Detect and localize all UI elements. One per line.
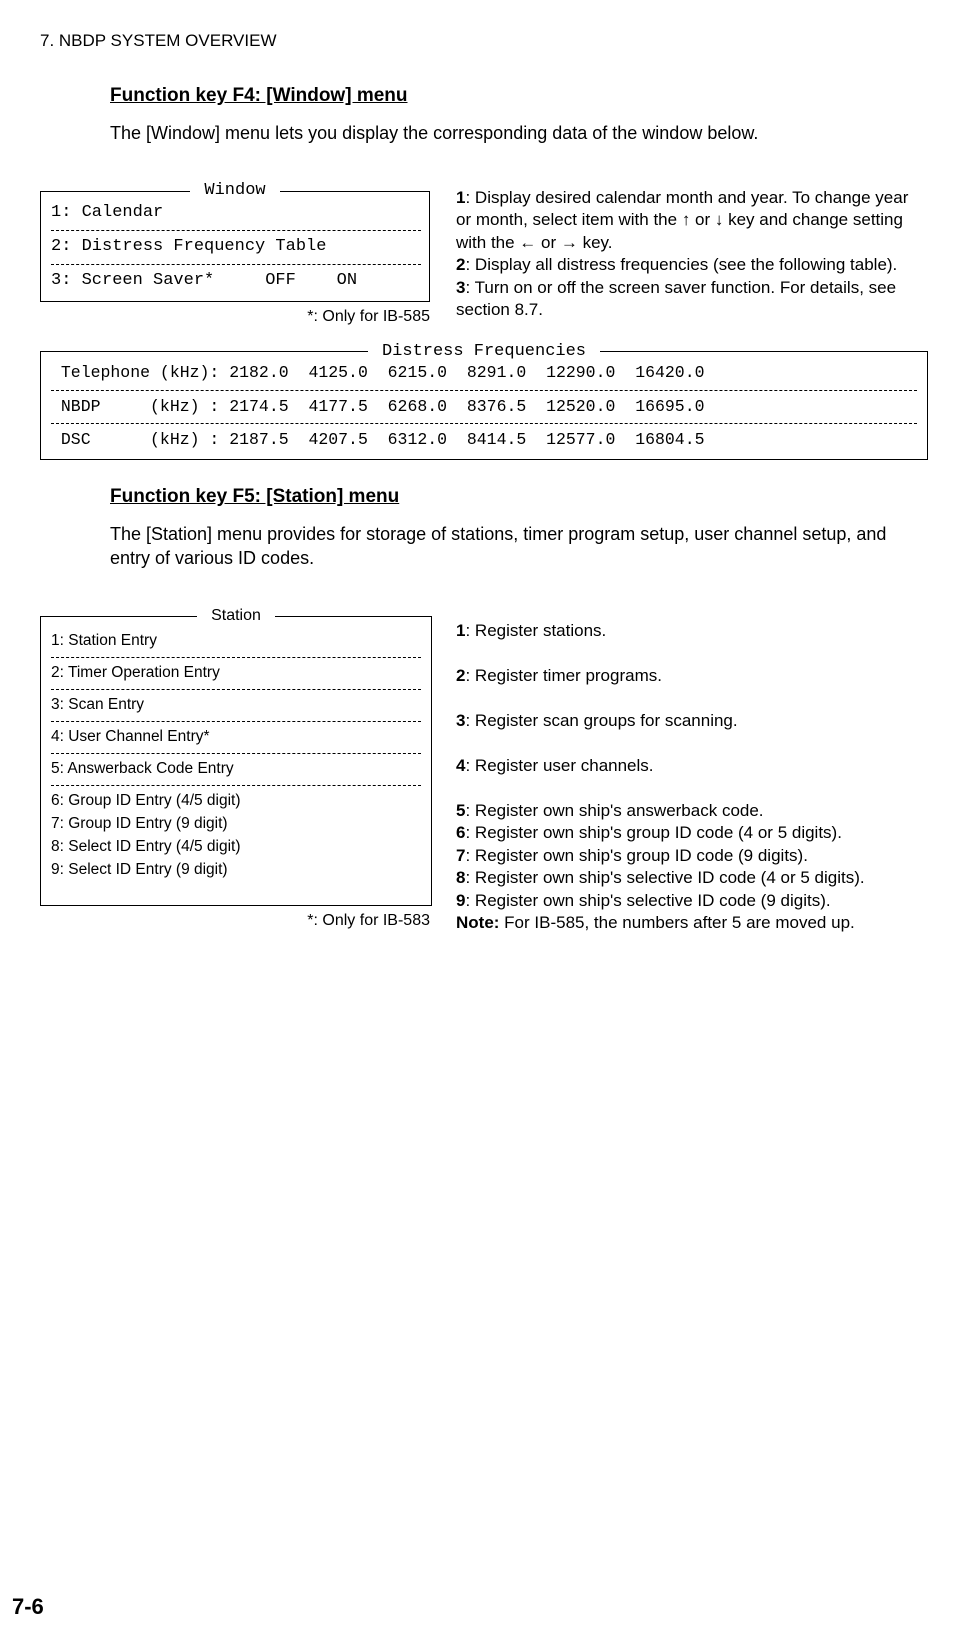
- window-item-calendar: 1: Calendar: [51, 202, 421, 225]
- window-box-title: Window: [190, 181, 279, 200]
- window-item-distress: 2: Distress Frequency Table: [51, 236, 421, 259]
- desc-text-6: : Register own ship's group ID code (4 o…: [465, 823, 841, 842]
- separator: [51, 785, 421, 786]
- desc-note-label: Note:: [456, 913, 499, 932]
- desc-text-7: : Register own ship's group ID code (9 d…: [465, 846, 807, 865]
- station-item-2: 2: Timer Operation Entry: [51, 663, 421, 684]
- desc-text-1: : Register stations.: [465, 621, 606, 640]
- station-footnote: *: Only for IB-583: [40, 910, 430, 932]
- separator: [51, 689, 421, 690]
- station-item-7: 7: Group ID Entry (9 digit): [51, 814, 421, 835]
- station-item-8: 8: Select ID Entry (4/5 digit): [51, 837, 421, 858]
- section-intro-f5: The [Station] menu provides for storage …: [110, 522, 928, 571]
- separator: [51, 230, 421, 231]
- section-title-f5: Function key F5: [Station] menu: [110, 484, 928, 510]
- station-item-5: 5: Answerback Code Entry: [51, 759, 421, 780]
- station-item-6: 6: Group ID Entry (4/5 digit): [51, 791, 421, 812]
- window-footnote: *: Only for IB-585: [40, 306, 430, 328]
- desc-text-4: : Register user channels.: [465, 756, 653, 775]
- window-item-screensaver: 3: Screen Saver* OFF ON: [51, 270, 421, 293]
- distress-box-title: Distress Frequencies: [368, 342, 600, 361]
- desc-text-5: : Register own ship's answerback code.: [465, 801, 763, 820]
- separator: [51, 657, 421, 658]
- station-box-title: Station: [197, 607, 275, 624]
- desc-text-9: : Register own ship's selective ID code …: [465, 891, 830, 910]
- section-title-f4: Function key F4: [Window] menu: [110, 83, 928, 109]
- separator: [51, 264, 421, 265]
- desc-text-2: : Register timer programs.: [465, 666, 662, 685]
- distress-row-telephone: Telephone (kHz): 2182.0 4125.0 6215.0 82…: [51, 362, 917, 384]
- desc-text-2: : Display all distress frequencies (see …: [465, 255, 897, 274]
- window-menu-box: Window 1: Calendar 2: Distress Frequency…: [40, 191, 430, 302]
- desc-text-3: : Turn on or off the screen saver functi…: [456, 278, 896, 319]
- station-item-4: 4: User Channel Entry*: [51, 727, 421, 748]
- desc-note-text: For IB-585, the numbers after 5 are move…: [499, 913, 854, 932]
- separator: [51, 721, 421, 722]
- desc-text-1: : Display desired calendar month and yea…: [456, 188, 908, 252]
- separator: [51, 390, 917, 391]
- separator: [51, 423, 917, 424]
- distress-row-dsc: DSC (kHz) : 2187.5 4207.5 6312.0 8414.5 …: [51, 429, 917, 451]
- station-item-3: 3: Scan Entry: [51, 695, 421, 716]
- distress-row-nbdp: NBDP (kHz) : 2174.5 4177.5 6268.0 8376.5…: [51, 396, 917, 418]
- station-menu-box: Station 1: Station Entry 2: Timer Operat…: [40, 616, 432, 905]
- desc-text-8: : Register own ship's selective ID code …: [465, 868, 864, 887]
- station-item-1: 1: Station Entry: [51, 631, 421, 652]
- separator: [51, 753, 421, 754]
- desc-text-3: : Register scan groups for scanning.: [465, 711, 737, 730]
- page-number: 7-6: [12, 1592, 44, 1622]
- chapter-header: 7. NBDP SYSTEM OVERVIEW: [40, 30, 928, 53]
- section-intro-f4: The [Window] menu lets you display the c…: [110, 121, 928, 145]
- distress-frequencies-box: Distress Frequencies Telephone (kHz): 21…: [40, 351, 928, 460]
- station-item-9: 9: Select ID Entry (9 digit): [51, 860, 421, 881]
